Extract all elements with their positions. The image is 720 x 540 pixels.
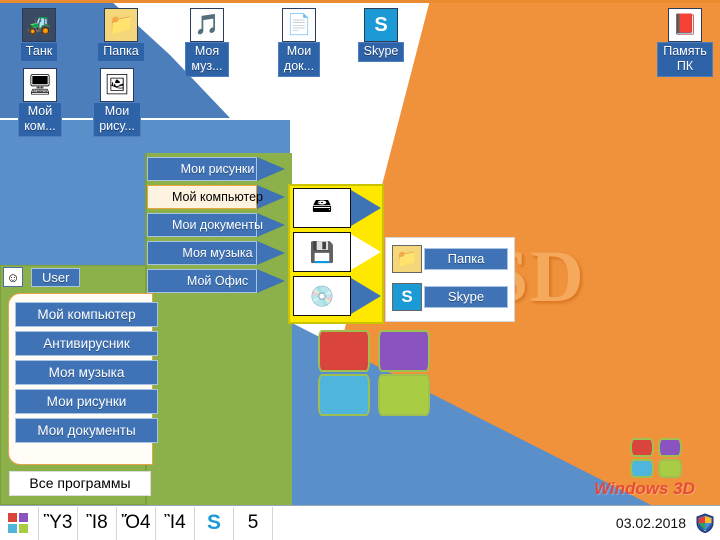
- chevron-right-icon: [351, 278, 381, 314]
- desktop-icon[interactable]: 📄 Мои док...: [268, 8, 330, 77]
- desktop-icon-label: Память ПК: [657, 42, 713, 77]
- shield-icon[interactable]: [694, 511, 716, 535]
- menu-item-label: Мои рисунки: [163, 162, 273, 176]
- windows-logo-icon: [7, 511, 31, 535]
- chevron-right-icon: [351, 234, 381, 270]
- shortcuts-submenu[interactable]: 📁 Папка S Skype: [385, 237, 515, 322]
- taskbar-clock[interactable]: 03.02.2018: [616, 515, 694, 531]
- wallpaper-windows-flag-large: [318, 330, 440, 425]
- submenu-item[interactable]: S Skype: [392, 280, 514, 314]
- drive-item[interactable]: 🖴: [293, 188, 383, 230]
- start-menu[interactable]: ☺ User Мой компьютер Антивирусник Моя музы…: [0, 265, 146, 505]
- submenu-item-label: Папка: [424, 248, 508, 270]
- programs-menu-item[interactable]: Моя музыка: [147, 241, 288, 265]
- desktop-icon-label: Skype: [358, 42, 405, 62]
- skype-icon: S: [392, 283, 422, 311]
- menu-item-label: Мой компьютер: [163, 190, 273, 204]
- start-menu-item[interactable]: Моя музыка: [15, 360, 158, 385]
- start-menu-item[interactable]: Мой компьютер: [15, 302, 158, 327]
- skype-icon: S: [364, 8, 398, 42]
- pictures-icon: 🖼: [100, 68, 134, 102]
- desktop-icon[interactable]: 🖼 Мои рису...: [86, 68, 148, 137]
- skype-button[interactable]: S: [195, 507, 234, 540]
- start-menu-item[interactable]: Антивирусник: [15, 331, 158, 356]
- submenu-item[interactable]: 📁 Папка: [392, 242, 514, 276]
- hard-drive-icon: 🖴: [293, 188, 351, 228]
- drives-flyout-panel[interactable]: 🖴 💾 💿: [288, 184, 384, 324]
- menu-item-label: Мой Офис: [163, 274, 273, 288]
- start-button[interactable]: [0, 507, 39, 540]
- desktop-icon[interactable]: 📕 Память ПК: [652, 8, 718, 77]
- start-menu-user-row[interactable]: ☺ User: [1, 266, 145, 288]
- desktop-icon[interactable]: 📁 Папка: [90, 8, 152, 62]
- start-menu-item[interactable]: Мои документы: [15, 418, 158, 443]
- desktop-icon[interactable]: 🎵 Моя муз...: [176, 8, 238, 77]
- menu-item-label: Мои документы: [163, 218, 273, 232]
- taskbar[interactable]: Ὓ3 Ἲ8 Ὄ4 Ἲ4 S ὚5 03.02.2018: [0, 505, 720, 540]
- user-avatar-icon: ☺: [3, 267, 23, 287]
- documents-icon: 📄: [282, 8, 316, 42]
- wallpaper-brand-text: Windows 3D: [594, 479, 695, 499]
- drive-item[interactable]: 💿: [293, 276, 383, 318]
- tank-icon: 🚜: [22, 8, 56, 42]
- start-menu-items-panel: Мой компьютер Антивирусник Моя музыка Мои р…: [8, 293, 153, 465]
- programs-menu-item[interactable]: Мои документы: [147, 213, 288, 237]
- desktop-icon[interactable]: S Skype: [350, 8, 412, 62]
- folder-icon: 📁: [104, 8, 138, 42]
- desktop-icon-label: Моя муз...: [185, 42, 228, 77]
- removable-drive-icon: 💾: [293, 232, 351, 272]
- all-programs-button[interactable]: Все программы: [9, 471, 151, 496]
- music-icon: 🎵: [190, 8, 224, 42]
- desktop-icon-label: Папка: [97, 42, 144, 62]
- menu-item-label: Моя музыка: [163, 246, 273, 260]
- programs-menu-item[interactable]: Мой компьютер: [147, 185, 288, 209]
- folder-icon: 📁: [392, 245, 422, 273]
- desktop-icon-label: Танк: [20, 42, 58, 62]
- programs-menu-item[interactable]: Мои рисунки: [147, 157, 288, 181]
- desktop-icon-label: Мои док...: [278, 42, 320, 77]
- drive-item[interactable]: 💾: [293, 232, 383, 274]
- display-button[interactable]: ὚5: [234, 507, 273, 540]
- documents-button[interactable]: Ὄ4: [117, 507, 156, 540]
- memory-icon: 📕: [668, 8, 702, 42]
- start-menu-item[interactable]: Мои рисунки: [15, 389, 158, 414]
- pictures-button[interactable]: Ἲ8: [78, 507, 117, 540]
- chevron-right-icon: [351, 190, 381, 226]
- programs-flyout-menu[interactable]: Мои рисунки Мой компьютер Мои документы Моя…: [145, 153, 292, 505]
- wallpaper-top-accent-line: [0, 0, 720, 3]
- taskbar-buttons: Ὓ3 Ἲ8 Ὄ4 Ἲ4 S ὚5: [0, 507, 273, 540]
- my-computer-icon: 🖥: [23, 68, 57, 102]
- submenu-item-label: Skype: [424, 286, 508, 308]
- desktop-icon-label: Мои рису...: [93, 102, 141, 137]
- start-menu-user-name: User: [31, 268, 80, 287]
- cd-drive-icon: 💿: [293, 276, 351, 316]
- tools-button[interactable]: Ἲ4: [156, 507, 195, 540]
- programs-menu-item[interactable]: Мой Офис: [147, 269, 288, 293]
- desktop-icon[interactable]: 🚜 Танк: [10, 8, 68, 62]
- desktop-icon-label: Мой ком...: [18, 102, 62, 137]
- my-computer-button[interactable]: Ὓ3: [39, 507, 78, 540]
- desktop-icon[interactable]: 🖥 Мой ком...: [10, 68, 70, 137]
- wallpaper-windows-flag-small: [630, 438, 686, 480]
